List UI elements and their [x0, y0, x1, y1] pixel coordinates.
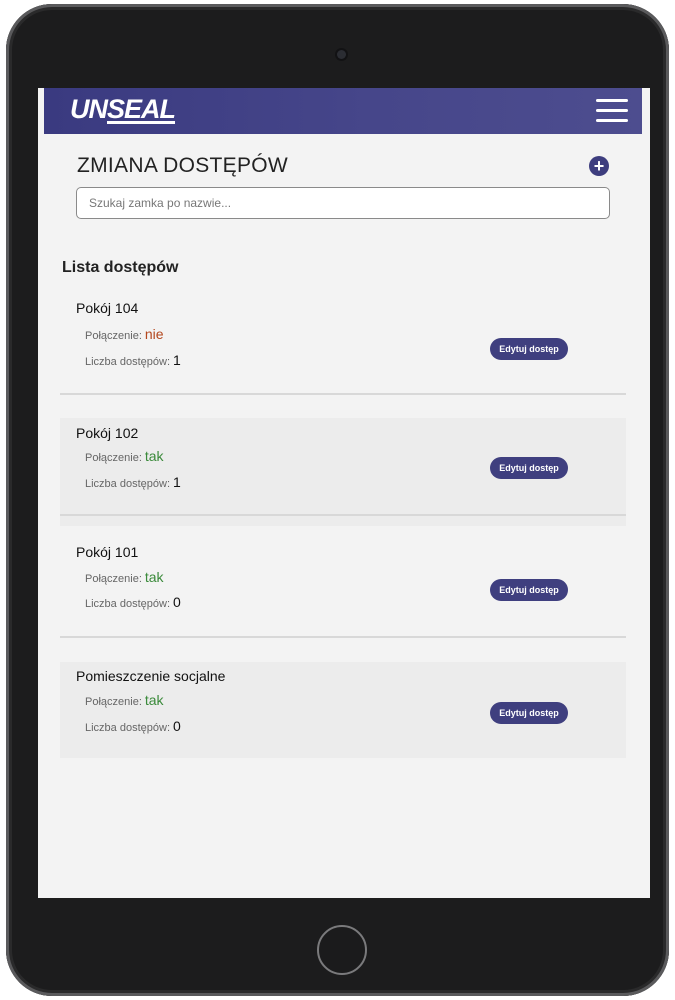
camera-icon	[337, 50, 346, 59]
section-title: Lista dostępów	[62, 259, 179, 276]
divider	[60, 393, 626, 395]
connection-label: Połączenie:	[85, 330, 142, 342]
lock-name: Pomieszczenie socjalne	[76, 668, 226, 684]
connection-label: Połączenie:	[85, 696, 142, 708]
top-bar: UNSEAL	[44, 88, 642, 134]
access-count-label: Liczba dostępów:	[85, 598, 170, 610]
add-icon[interactable]: +	[589, 156, 609, 176]
connection-row: Połączenie: tak	[85, 692, 164, 708]
logo-seal: SEAL	[107, 94, 176, 124]
lock-name: Pokój 102	[76, 425, 139, 441]
divider	[60, 636, 626, 638]
logo-un: UN	[70, 94, 108, 124]
connection-row: Połączenie: nie	[85, 326, 164, 342]
access-count-value: 0	[173, 594, 181, 610]
access-count-row: Liczba dostępów: 0	[85, 718, 181, 734]
logo[interactable]: UNSEAL	[70, 94, 176, 125]
connection-label: Połączenie:	[85, 452, 142, 464]
connection-value: nie	[144, 326, 164, 342]
page-title: ZMIANA DOSTĘPÓW	[77, 154, 289, 177]
access-count-row: Liczba dostępów: 0	[85, 594, 181, 610]
access-count-row: Liczba dostępów: 1	[85, 474, 181, 490]
search-input[interactable]	[76, 187, 610, 219]
list-item: Pomieszczenie socjalne Połączenie: tak Li…	[60, 662, 626, 758]
access-count-value: 1	[173, 352, 181, 368]
home-button[interactable]	[317, 925, 367, 975]
lock-name: Pokój 104	[76, 300, 139, 316]
connection-row: Połączenie: tak	[85, 448, 164, 464]
list-item: Pokój 102 Połączenie: tak Liczba dostępów…	[60, 418, 626, 526]
connection-value: tak	[144, 448, 164, 464]
access-count-row: Liczba dostępów: 1	[85, 352, 181, 368]
divider	[60, 514, 626, 516]
app-screen: UNSEAL ZMIANA DOSTĘPÓW + Lista dostępów …	[38, 88, 650, 898]
edit-access-button[interactable]: Edytuj dostęp	[490, 579, 568, 601]
access-count-label: Liczba dostępów:	[85, 356, 170, 368]
lock-name: Pokój 101	[76, 544, 139, 560]
access-count-label: Liczba dostępów:	[85, 478, 170, 490]
edit-access-button[interactable]: Edytuj dostęp	[490, 702, 568, 724]
access-count-label: Liczba dostępów:	[85, 722, 170, 734]
connection-value: tak	[144, 692, 164, 708]
access-count-value: 1	[173, 474, 181, 490]
edit-access-button[interactable]: Edytuj dostęp	[490, 457, 568, 479]
access-count-value: 0	[173, 718, 181, 734]
connection-label: Połączenie:	[85, 573, 142, 585]
edit-access-button[interactable]: Edytuj dostęp	[490, 338, 568, 360]
list-item: Pokój 104 Połączenie: nie Liczba dostępów…	[60, 294, 626, 402]
connection-row: Połączenie: tak	[85, 569, 164, 585]
tablet-device: UNSEAL ZMIANA DOSTĘPÓW + Lista dostępów …	[6, 4, 669, 996]
connection-value: tak	[144, 569, 164, 585]
list-item: Pokój 101 Połączenie: tak Liczba dostępów…	[60, 538, 626, 646]
hamburger-menu-icon[interactable]	[596, 99, 628, 123]
